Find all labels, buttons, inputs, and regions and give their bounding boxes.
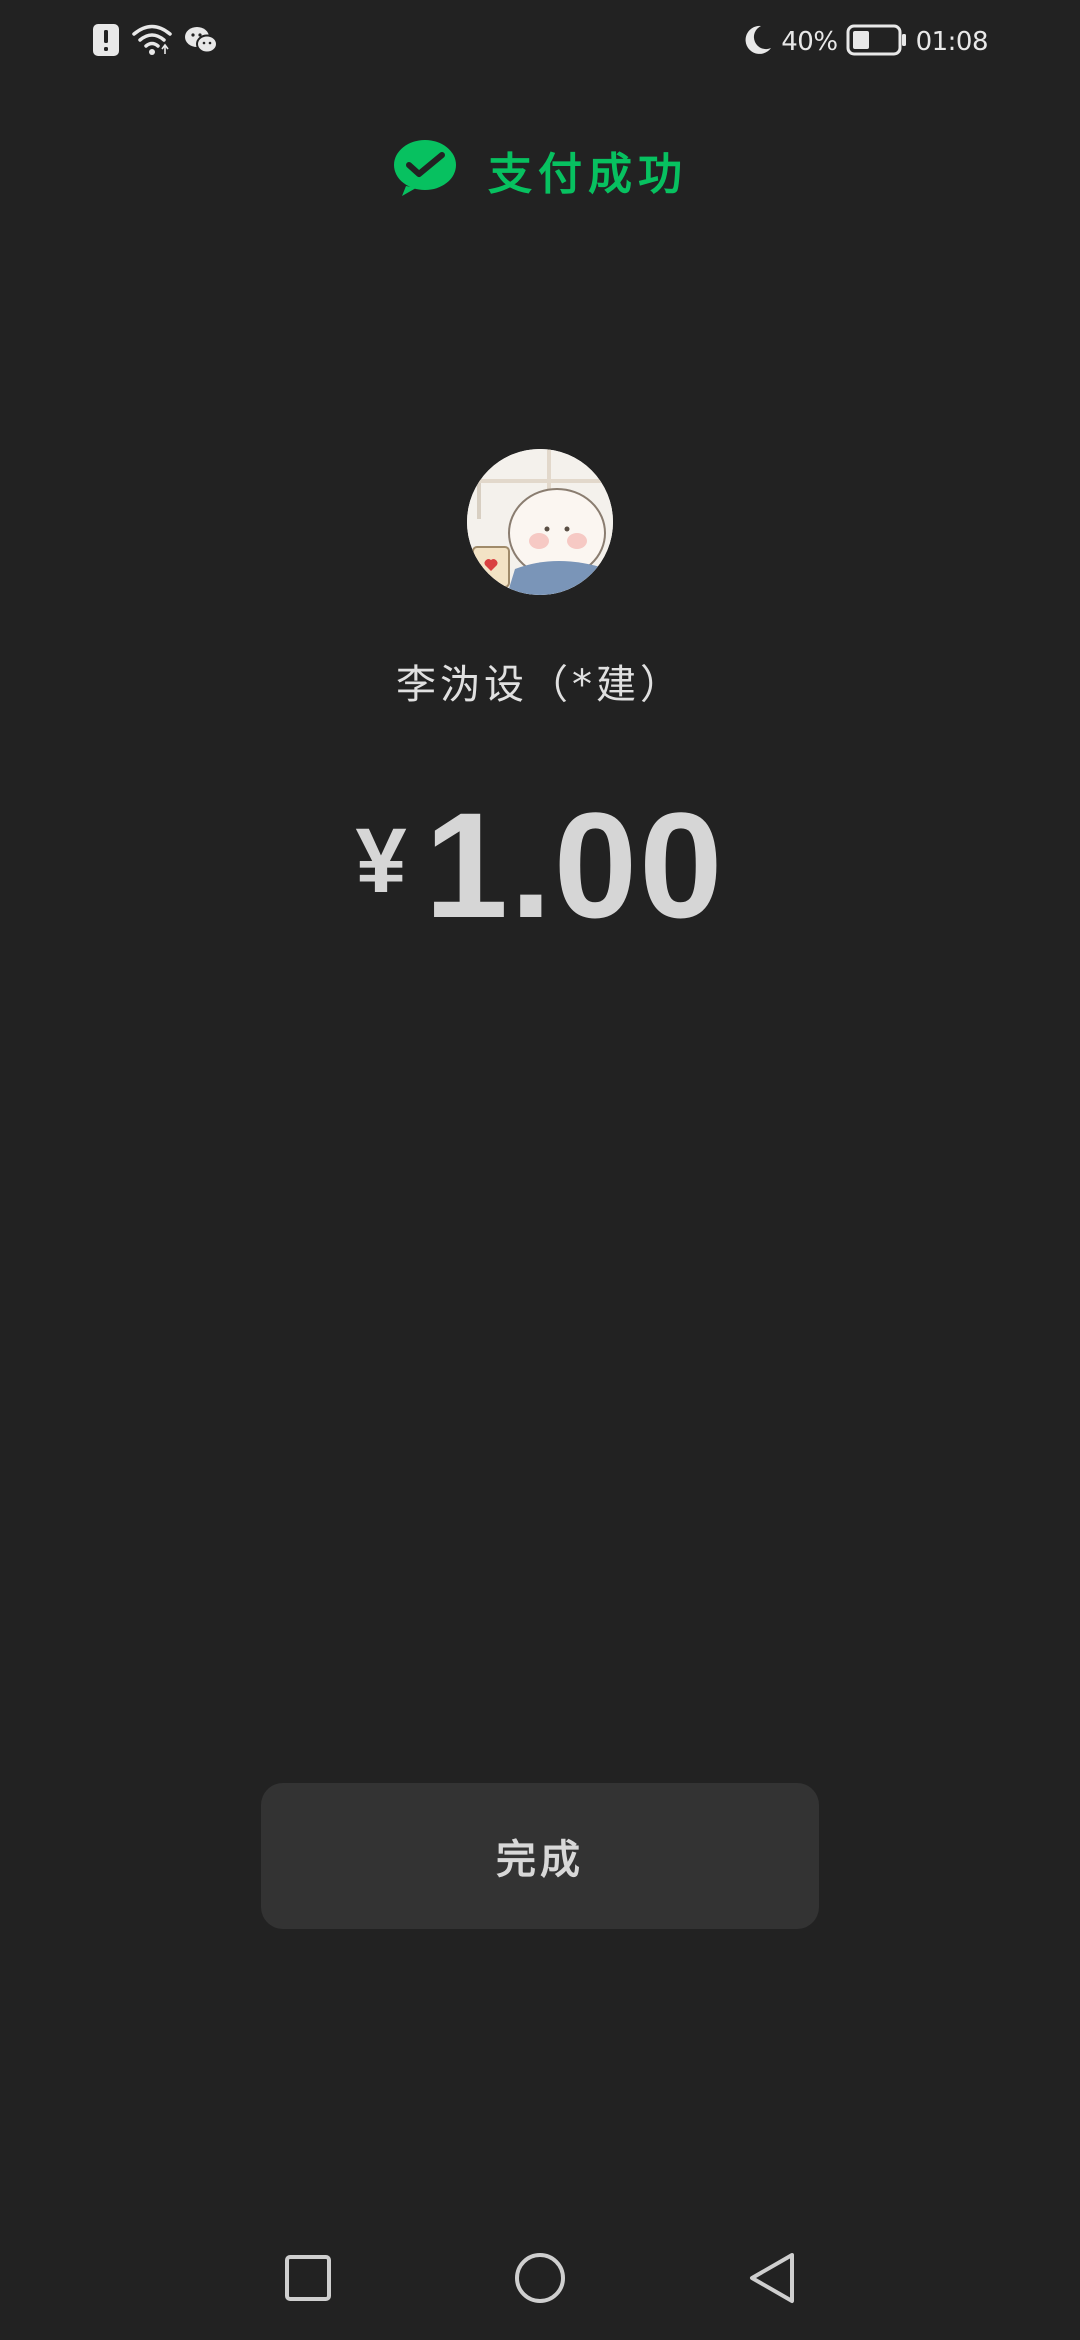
battery-percent: 40% <box>781 27 838 57</box>
page-title: 支付成功 <box>488 149 688 200</box>
status-bar-right: 40% 01:08 <box>743 22 989 62</box>
payment-success-header: 支付成功 <box>0 132 1080 208</box>
alert-icon <box>92 23 120 61</box>
recent-apps-button[interactable] <box>278 2250 338 2310</box>
back-icon <box>746 2251 798 2309</box>
payee-name: 李沩设（*建） <box>396 662 684 708</box>
done-button[interactable]: 完成 <box>261 1783 819 1929</box>
currency-symbol: ¥ <box>355 810 407 912</box>
wifi-icon <box>132 23 172 61</box>
system-nav-bar <box>0 2230 1080 2330</box>
wechat-pay-check-icon <box>392 138 458 202</box>
payment-amount: ¥ 1.00 <box>0 790 1080 940</box>
home-button[interactable] <box>510 2250 570 2310</box>
home-icon <box>513 2251 567 2309</box>
moon-icon <box>743 24 773 60</box>
wechat-notification-icon <box>184 25 218 59</box>
battery-icon <box>846 24 908 60</box>
status-bar: 40% 01:08 <box>0 0 1080 84</box>
back-button[interactable] <box>742 2250 802 2310</box>
recent-apps-icon <box>283 2253 333 2307</box>
payee-avatar <box>467 449 613 595</box>
clock: 01:08 <box>915 27 989 57</box>
done-button-label: 完成 <box>496 1837 584 1883</box>
status-bar-left <box>92 22 218 62</box>
amount-value: 1.00 <box>424 781 725 949</box>
